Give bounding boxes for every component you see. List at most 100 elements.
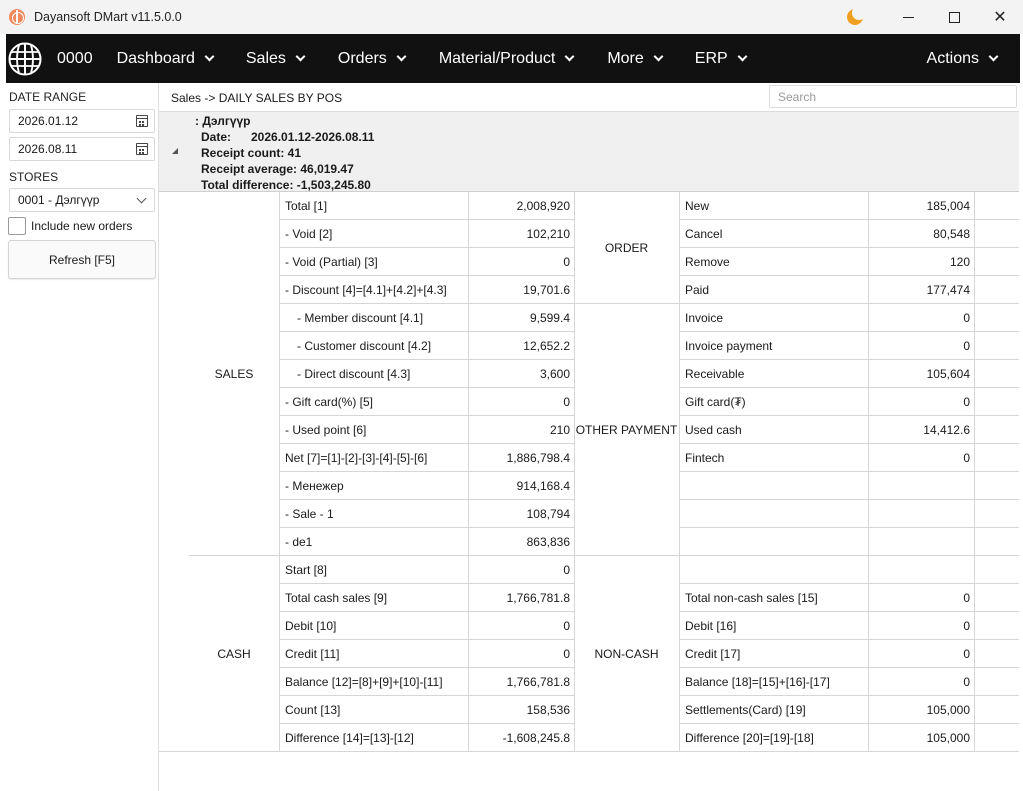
grid-line: [679, 695, 1019, 696]
chevron-down-icon: [295, 51, 306, 62]
grid-line: [679, 387, 1019, 388]
collapse-triangle-icon[interactable]: [172, 148, 178, 154]
row-left-value: 2,008,920: [516, 199, 570, 213]
row-right-value: 0: [963, 619, 970, 633]
row-right-value: 120: [949, 255, 970, 269]
include-new-orders-checkbox[interactable]: [8, 217, 26, 235]
menu-orders[interactable]: Orders: [337, 49, 407, 68]
chevron-down-icon: [204, 51, 215, 62]
grid-line: [468, 192, 469, 752]
row-left-value: 12,652.2: [523, 339, 570, 353]
chevron-down-icon: [396, 51, 407, 62]
section-label-non-cash: NON-CASH: [594, 647, 659, 661]
actions-menu[interactable]: Actions: [927, 34, 999, 83]
menu-sales[interactable]: Sales: [246, 50, 306, 68]
row-right-label: Invoice payment: [685, 339, 773, 353]
row-left-label: Start [8]: [285, 563, 328, 577]
minimize-icon: [902, 16, 914, 18]
menu-more[interactable]: More: [607, 50, 664, 68]
close-button[interactable]: ✕: [977, 0, 1023, 34]
globe-logo-icon[interactable]: [8, 42, 42, 76]
grid-line: [679, 275, 1019, 276]
row-left-label: - Direct discount [4.3]: [297, 367, 411, 381]
grid-line: [868, 192, 869, 752]
group-date-label: Date:: [201, 130, 232, 144]
menu-dashboard-label: Dashboard: [116, 49, 195, 67]
row-left-value: 1,886,798.4: [506, 451, 570, 465]
grid-line: [974, 192, 975, 752]
menu-material-product[interactable]: Material/Product: [439, 50, 575, 68]
row-left-value: 863,836: [526, 535, 570, 549]
row-right-value: 14,412.6: [923, 423, 970, 437]
window-title: Dayansoft DMart v11.5.0.0: [34, 10, 182, 24]
search-input[interactable]: [770, 86, 1016, 107]
row-right-label: Gift card(₮): [685, 395, 746, 409]
row-left-value: -1,608,245.8: [502, 731, 570, 745]
date-to-picker[interactable]: 2026.08.11: [9, 137, 155, 161]
section-label-sales: SALES: [214, 367, 254, 381]
grid-line: [679, 443, 1019, 444]
row-left-value: 0: [563, 563, 570, 577]
breadcrumb: Sales -> DAILY SALES BY POS: [171, 91, 343, 105]
store-code[interactable]: 0000: [57, 50, 93, 68]
group-store-name: : Дэлгүүр: [195, 114, 251, 128]
row-right-label: Total non-cash sales [15]: [685, 591, 818, 605]
grid-line: [279, 639, 574, 640]
calendar-icon[interactable]: [136, 115, 148, 127]
grid-line: [279, 247, 574, 248]
chevron-down-icon: [653, 51, 664, 62]
row-right-label: Invoice: [685, 311, 724, 325]
grid-line: [279, 695, 574, 696]
maximize-icon: [948, 11, 960, 23]
grid-line: [679, 499, 1019, 500]
row-right-label: [679, 528, 868, 556]
grid-line: [679, 471, 1019, 472]
row-right-value: 0: [963, 395, 970, 409]
store-select[interactable]: 0001 - Дэлгүүр: [9, 188, 155, 212]
row-left-label: - Gift card(%) [5]: [285, 395, 374, 409]
row-right-value: 80,548: [933, 227, 970, 241]
row-left-value: 3,600: [539, 367, 570, 381]
row-left-value: 0: [563, 395, 570, 409]
row-left-label: Difference [14]=[13]-[12]: [285, 731, 414, 745]
row-left-value: 19,701.6: [523, 283, 570, 297]
grid-line: [679, 527, 1019, 528]
chevron-down-icon: [737, 51, 748, 62]
refresh-button[interactable]: Refresh [F5]: [8, 240, 156, 279]
app-logo-icon: [9, 9, 25, 25]
row-right-label: Settlements(Card) [19]: [685, 703, 806, 717]
row-right-value: 177,474: [926, 283, 970, 297]
row-left-label: Balance [12]=[8]+[9]+[10]-[11]: [285, 675, 443, 689]
grid-line: [679, 583, 1019, 584]
grid-line: [279, 192, 280, 752]
grid-line: [679, 639, 1019, 640]
include-new-orders-label[interactable]: Include new orders: [31, 219, 132, 233]
row-left-label: Debit [10]: [285, 619, 337, 633]
grid-line: [279, 219, 574, 220]
calendar-icon[interactable]: [136, 143, 148, 155]
row-left-label: - Void (Partial) [3]: [285, 255, 378, 269]
row-right-value: [868, 500, 974, 528]
grid-line: [574, 303, 1019, 304]
row-left-value: 0: [563, 255, 570, 269]
row-right-value: 0: [963, 311, 970, 325]
group-receipt-count: Receipt count: 41: [201, 146, 302, 160]
grid-line: [279, 443, 574, 444]
grid-line: [279, 583, 574, 584]
theme-toggle-moon-icon[interactable]: [847, 6, 866, 25]
grid-line: [189, 555, 1019, 556]
minimize-button[interactable]: [885, 0, 931, 34]
grid-line: [279, 667, 574, 668]
menu-dashboard[interactable]: Dashboard: [116, 49, 215, 68]
menu-orders-label: Orders: [337, 49, 387, 67]
maximize-button[interactable]: [931, 0, 977, 34]
grid-line: [279, 331, 574, 332]
grid-line: [679, 667, 1019, 668]
grid-line: [279, 303, 574, 304]
row-right-label: Remove: [685, 255, 730, 269]
menu-erp[interactable]: ERP: [695, 50, 748, 68]
row-left-value: 108,794: [526, 507, 570, 521]
search-box[interactable]: [769, 85, 1017, 108]
date-from-picker[interactable]: 2026.01.12: [9, 109, 155, 133]
row-right-value: 0: [963, 647, 970, 661]
